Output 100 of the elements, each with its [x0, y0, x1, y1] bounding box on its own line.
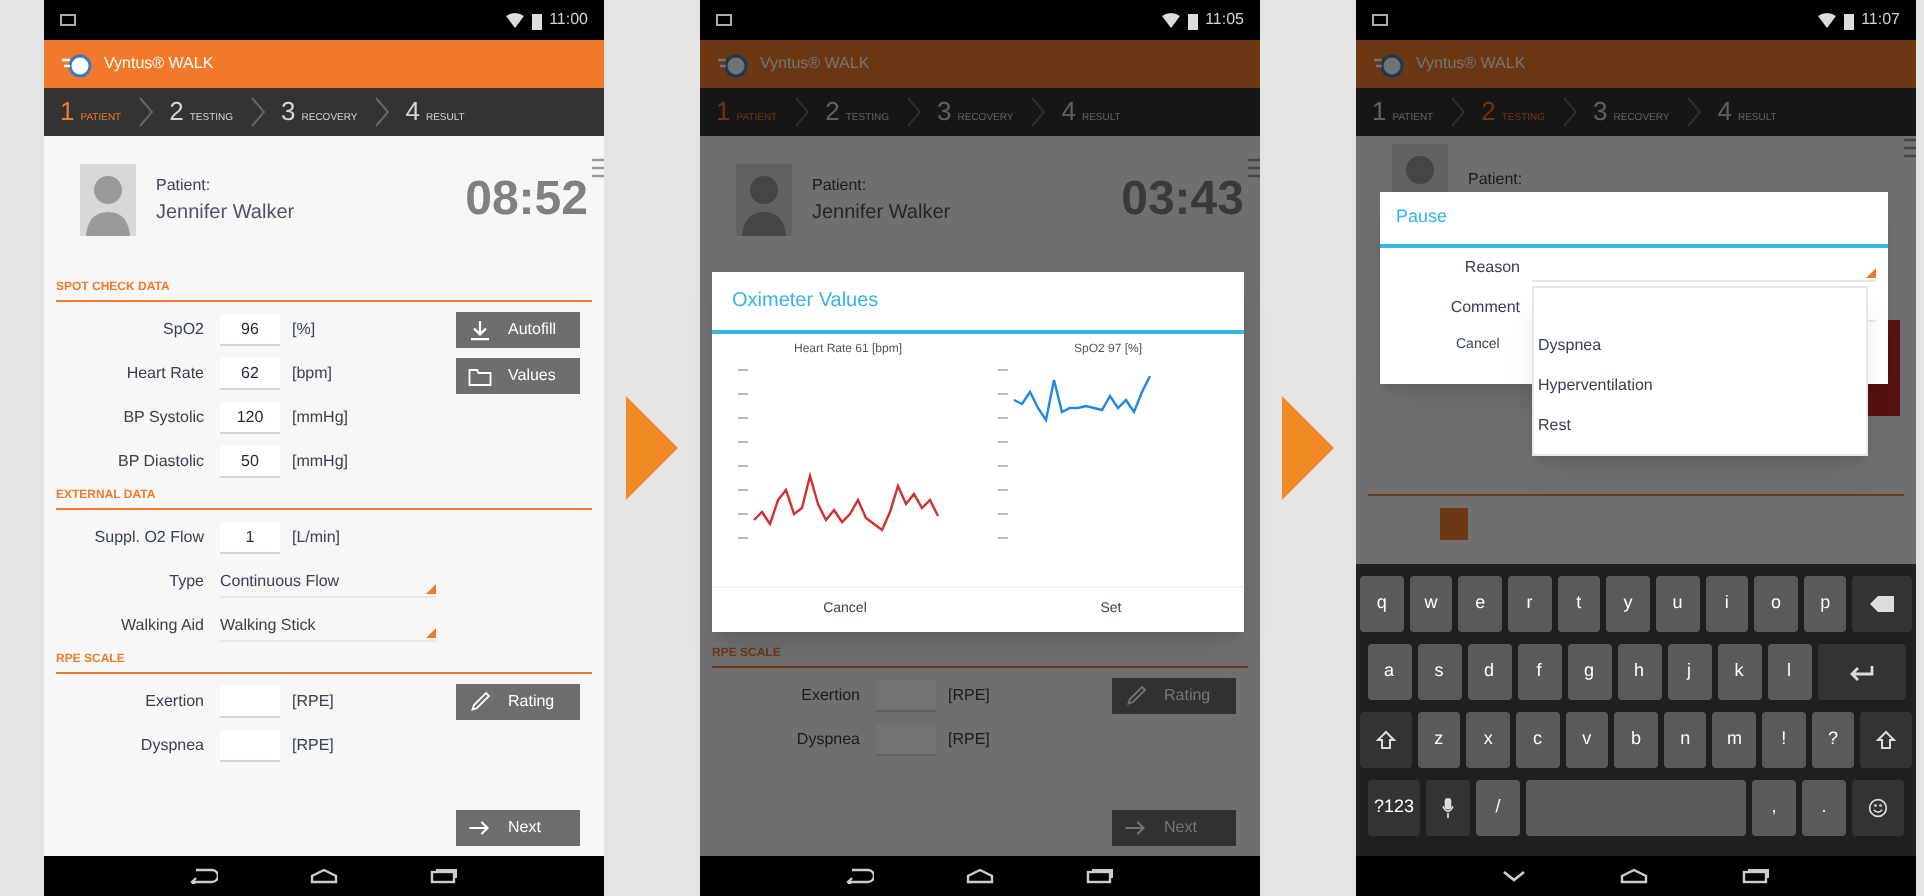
key[interactable]: e — [1458, 576, 1502, 632]
chevron-icon — [249, 96, 266, 128]
arrow-icon — [1124, 816, 1148, 840]
recents-icon[interactable] — [430, 868, 458, 884]
dialog-title: Pause — [1380, 192, 1888, 247]
dropdown-triangle-icon — [1866, 267, 1876, 277]
unit-label: [RPE] — [292, 734, 334, 758]
wifi-icon — [505, 12, 524, 28]
key[interactable] — [1852, 780, 1904, 836]
input-field[interactable] — [220, 686, 280, 718]
back-icon[interactable] — [190, 868, 218, 884]
status-tile — [1440, 508, 1468, 540]
input-field[interactable]: 96 — [220, 314, 280, 346]
dropdown-option[interactable]: Rest — [1534, 406, 1866, 446]
arrow-icon — [468, 816, 492, 840]
key[interactable]: o — [1754, 576, 1798, 632]
key[interactable]: p — [1803, 576, 1847, 632]
overflow-menu-icon[interactable] — [592, 156, 604, 180]
key[interactable]: i — [1705, 576, 1749, 632]
backspace-icon — [1870, 594, 1895, 614]
input-field[interactable] — [220, 730, 280, 762]
back-icon[interactable] — [846, 868, 874, 884]
field-label: Comment — [1448, 295, 1520, 319]
key[interactable]: w — [1409, 576, 1453, 632]
chevron-icon — [1449, 96, 1466, 128]
key[interactable]: k — [1717, 644, 1761, 700]
action-button[interactable]: Rating — [456, 684, 580, 720]
home-icon[interactable] — [310, 868, 338, 884]
field-label: SpO2 — [161, 318, 204, 342]
key[interactable]: g — [1567, 644, 1611, 700]
key[interactable]: / — [1476, 780, 1520, 836]
key[interactable]: x — [1466, 712, 1510, 768]
key[interactable] — [1360, 712, 1412, 768]
key[interactable]: m — [1712, 712, 1757, 768]
dropdown-option[interactable]: Dyspnea — [1534, 326, 1866, 366]
key[interactable]: , — [1752, 780, 1796, 836]
key[interactable] — [1852, 576, 1912, 632]
key[interactable]: l — [1767, 644, 1811, 700]
field-label: BP Diastolic — [116, 450, 204, 474]
key[interactable]: . — [1802, 780, 1846, 836]
dialog-title: Oximeter Values — [712, 272, 1244, 334]
unit-label: [bpm] — [292, 362, 333, 386]
key[interactable]: ! — [1762, 712, 1806, 768]
key[interactable]: j — [1667, 644, 1711, 700]
battery-icon — [1843, 11, 1854, 29]
patient-label: Patient: — [1468, 168, 1523, 192]
chevron-icon — [793, 96, 810, 128]
key[interactable]: d — [1467, 644, 1511, 700]
avatar-silhouette — [736, 164, 792, 236]
stopwatch-logo-icon — [1372, 50, 1404, 78]
action-button[interactable]: Autofill — [456, 312, 580, 348]
dropdown-triangle-icon — [426, 628, 436, 638]
key[interactable]: n — [1663, 712, 1707, 768]
key[interactable]: h — [1617, 644, 1661, 700]
chevron-icon — [373, 96, 390, 128]
input-field[interactable]: 1 — [220, 522, 280, 554]
key[interactable]: q — [1360, 576, 1404, 632]
home-icon[interactable] — [1619, 868, 1648, 884]
enter-icon — [1849, 662, 1873, 682]
wifi-icon — [1161, 12, 1180, 28]
key[interactable]: a — [1367, 644, 1411, 700]
input-field[interactable]: 120 — [220, 402, 280, 434]
key[interactable] — [1860, 712, 1912, 768]
unit-label: [RPE] — [948, 728, 990, 752]
dropdown-field[interactable]: Walking Stick — [220, 610, 436, 642]
smiley-icon — [1866, 798, 1890, 818]
key[interactable]: z — [1417, 712, 1461, 768]
recents-icon[interactable] — [1741, 868, 1770, 884]
key[interactable]: ?123 — [1368, 780, 1420, 836]
dropdown-triangle-icon — [426, 584, 436, 594]
recents-icon[interactable] — [1086, 868, 1114, 884]
stopwatch-logo-icon — [716, 50, 748, 78]
field-label: Exertion — [143, 690, 204, 714]
key[interactable]: y — [1606, 576, 1650, 632]
field-label: Dyspnea — [138, 734, 204, 758]
input-field[interactable]: 62 — [220, 358, 280, 390]
notification-icon — [716, 12, 732, 28]
key[interactable]: u — [1655, 576, 1700, 632]
dropdown-field[interactable]: Continuous Flow — [220, 566, 436, 598]
dropdown-option[interactable]: Hyperventilation — [1534, 366, 1866, 406]
key[interactable]: t — [1557, 576, 1601, 632]
key[interactable]: s — [1417, 644, 1461, 700]
action-button[interactable]: Values — [456, 358, 580, 394]
input-field[interactable]: 50 — [220, 446, 280, 478]
chevron-icon — [137, 96, 154, 128]
chevron-icon — [905, 96, 922, 128]
key[interactable] — [1426, 780, 1470, 836]
action-button[interactable]: Next — [456, 810, 580, 846]
key[interactable]: v — [1565, 712, 1609, 768]
chevron-down-icon[interactable] — [1502, 870, 1527, 882]
key[interactable]: c — [1515, 712, 1560, 768]
key[interactable]: b — [1614, 712, 1658, 768]
key[interactable]: f — [1517, 644, 1561, 700]
avatar-silhouette — [80, 164, 136, 236]
home-icon[interactable] — [966, 868, 994, 884]
timer: 08:52 — [465, 170, 588, 230]
field-label: Type — [167, 570, 204, 594]
key[interactable]: ? — [1811, 712, 1855, 768]
battery-icon — [1187, 11, 1198, 29]
key[interactable]: r — [1507, 576, 1552, 632]
